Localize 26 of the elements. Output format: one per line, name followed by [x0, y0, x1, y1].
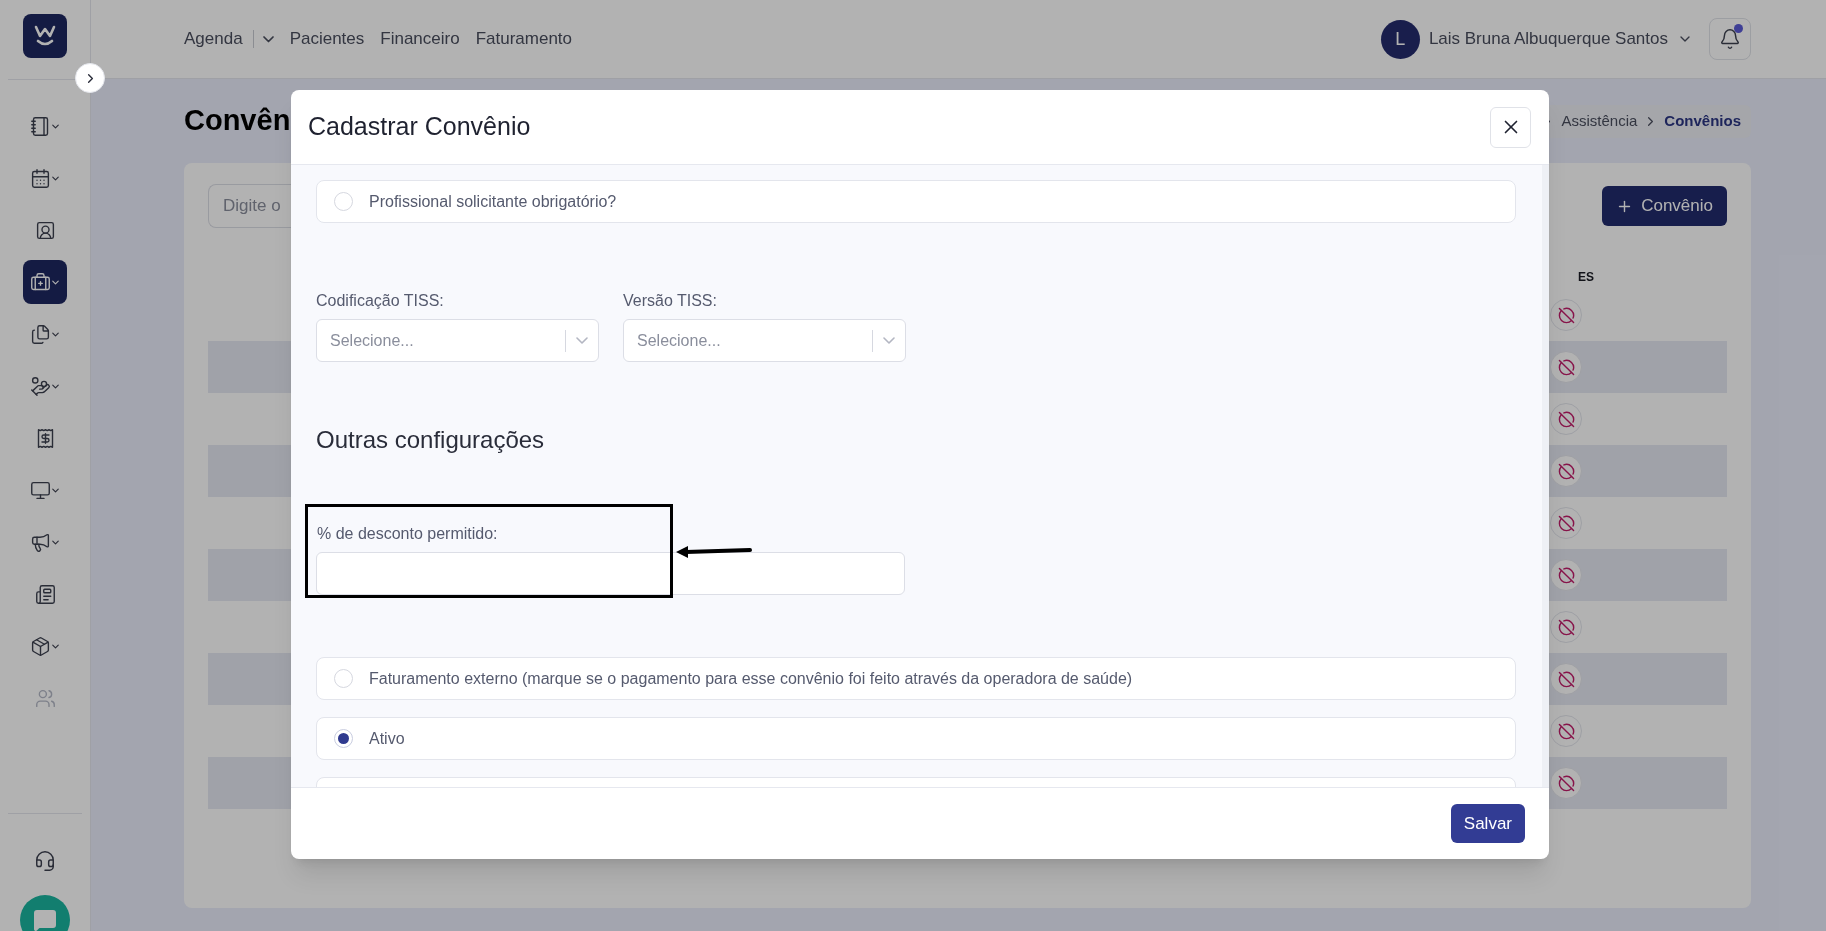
nav-link[interactable]: Agenda [184, 26, 244, 52]
nav-link[interactable]: Faturamento [475, 26, 573, 52]
option-label: Ativo [369, 728, 405, 749]
user-name[interactable]: Lais Bruna Albuquerque Santos [1428, 26, 1668, 52]
breadcrumb-link[interactable]: Convênios [1664, 109, 1741, 133]
dialog-title: Cadastrar Convênio [308, 111, 531, 143]
field-label: % de desconto permitido: [317, 524, 499, 544]
nav-link[interactable]: Financeiro [380, 26, 460, 52]
page-title: Convên [184, 103, 291, 139]
section-heading: Outras configurações [316, 425, 546, 455]
save-button[interactable]: Salvar [1450, 804, 1525, 843]
select-field[interactable]: Selecione... [623, 319, 906, 362]
option-card[interactable]: Ativo [316, 717, 1516, 760]
field-label: Codificação TISS: [316, 291, 445, 311]
breadcrumb-link[interactable]: Assistência [1561, 109, 1638, 133]
option-card[interactable]: Faturamento externo (marque se o pagamento para esse convênio foi feito através da operadora de saúde) [316, 657, 1516, 700]
field-label: Versão TISS: [623, 291, 718, 311]
nav-link[interactable]: Pacientes [289, 26, 365, 52]
search-field[interactable]: Digite o [208, 184, 291, 228]
column-header: ES [1578, 270, 1594, 284]
option-label: Faturamento externo (marque se o pagamento para esse convênio foi feito através da operadora de saúde) [369, 668, 1133, 689]
option-card[interactable]: Profissional solicitante obrigatório? [316, 180, 1516, 223]
select-field[interactable]: Selecione... [316, 319, 599, 362]
add-button[interactable]: Convênio [1602, 186, 1727, 226]
option-label: Profissional solicitante obrigatório? [369, 191, 617, 212]
user-avatar[interactable]: L [1380, 19, 1420, 59]
